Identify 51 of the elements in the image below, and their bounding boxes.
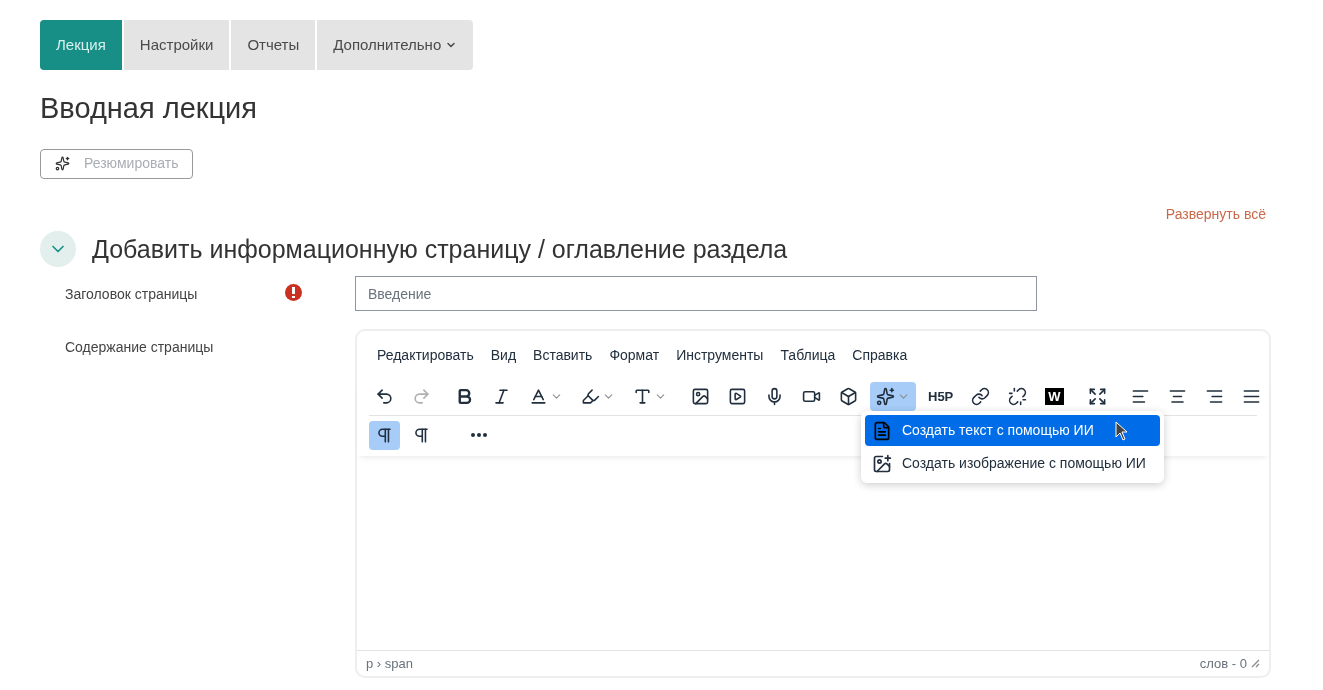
ai-button[interactable] [870,382,916,411]
sparkles-icon [876,387,895,406]
italic-icon [492,387,511,406]
word-import-button[interactable]: W [1039,382,1070,411]
image-icon [691,387,710,406]
mouse-cursor-icon [1115,421,1129,442]
field-label: Содержание страницы [65,338,214,357]
field-label: Заголовок страницы [65,285,198,304]
pilcrow-icon [412,425,431,445]
align-right-icon [1204,387,1224,406]
page-title: Вводная лекция [40,91,258,126]
align-left-icon [1130,387,1150,406]
more-icon [471,433,487,437]
tab[interactable]: Настройки [123,20,230,70]
block-icon [839,387,858,406]
align-justify-icon [1241,387,1261,406]
menu-item[interactable]: Справка [852,345,908,366]
link-icon [971,387,991,406]
undo-icon [375,387,394,406]
unlink-icon [1008,387,1028,406]
text-color-icon [529,387,548,406]
collapse-toggle[interactable] [40,231,76,268]
sparkles-icon [55,156,70,171]
menu-item[interactable]: Формат [609,345,660,366]
word-count: слов - 0 [1199,654,1247,673]
ltr-button[interactable] [369,420,400,450]
menu-item[interactable]: Вставить [533,345,593,366]
expand-all-link[interactable]: Развернуть всё [1165,203,1266,225]
element-path: p › span [366,654,413,673]
section-title: Добавить информационную страницу / оглавление раздела [92,233,788,265]
resize-handle-icon[interactable] [1251,659,1260,668]
document-icon [872,420,892,441]
menu-item[interactable]: Вид [490,345,517,366]
align-center-icon [1167,387,1187,406]
font-size-icon [633,387,652,406]
play-icon [728,387,747,406]
h5p-button[interactable]: H5P [922,382,960,411]
tab[interactable]: Дополнительно [317,20,474,70]
input-field[interactable]: Введение [355,276,1037,311]
microphone-icon [765,387,784,406]
menu-item[interactable]: Инструменты [676,345,764,366]
fullscreen-icon [1087,387,1107,406]
highlighter-icon [581,387,600,406]
menu-item[interactable]: Редактировать [377,345,474,366]
image-icon [872,453,892,474]
pilcrow-icon [375,425,394,445]
redo-icon [412,387,431,406]
menu-item[interactable]: Создать текст с помощью ИИ [865,415,1160,446]
tab[interactable]: Отчеты [231,20,316,70]
menu-item[interactable]: Создать изображение с помощью ИИ [865,448,1160,479]
menu-item[interactable]: Таблица [780,345,836,366]
